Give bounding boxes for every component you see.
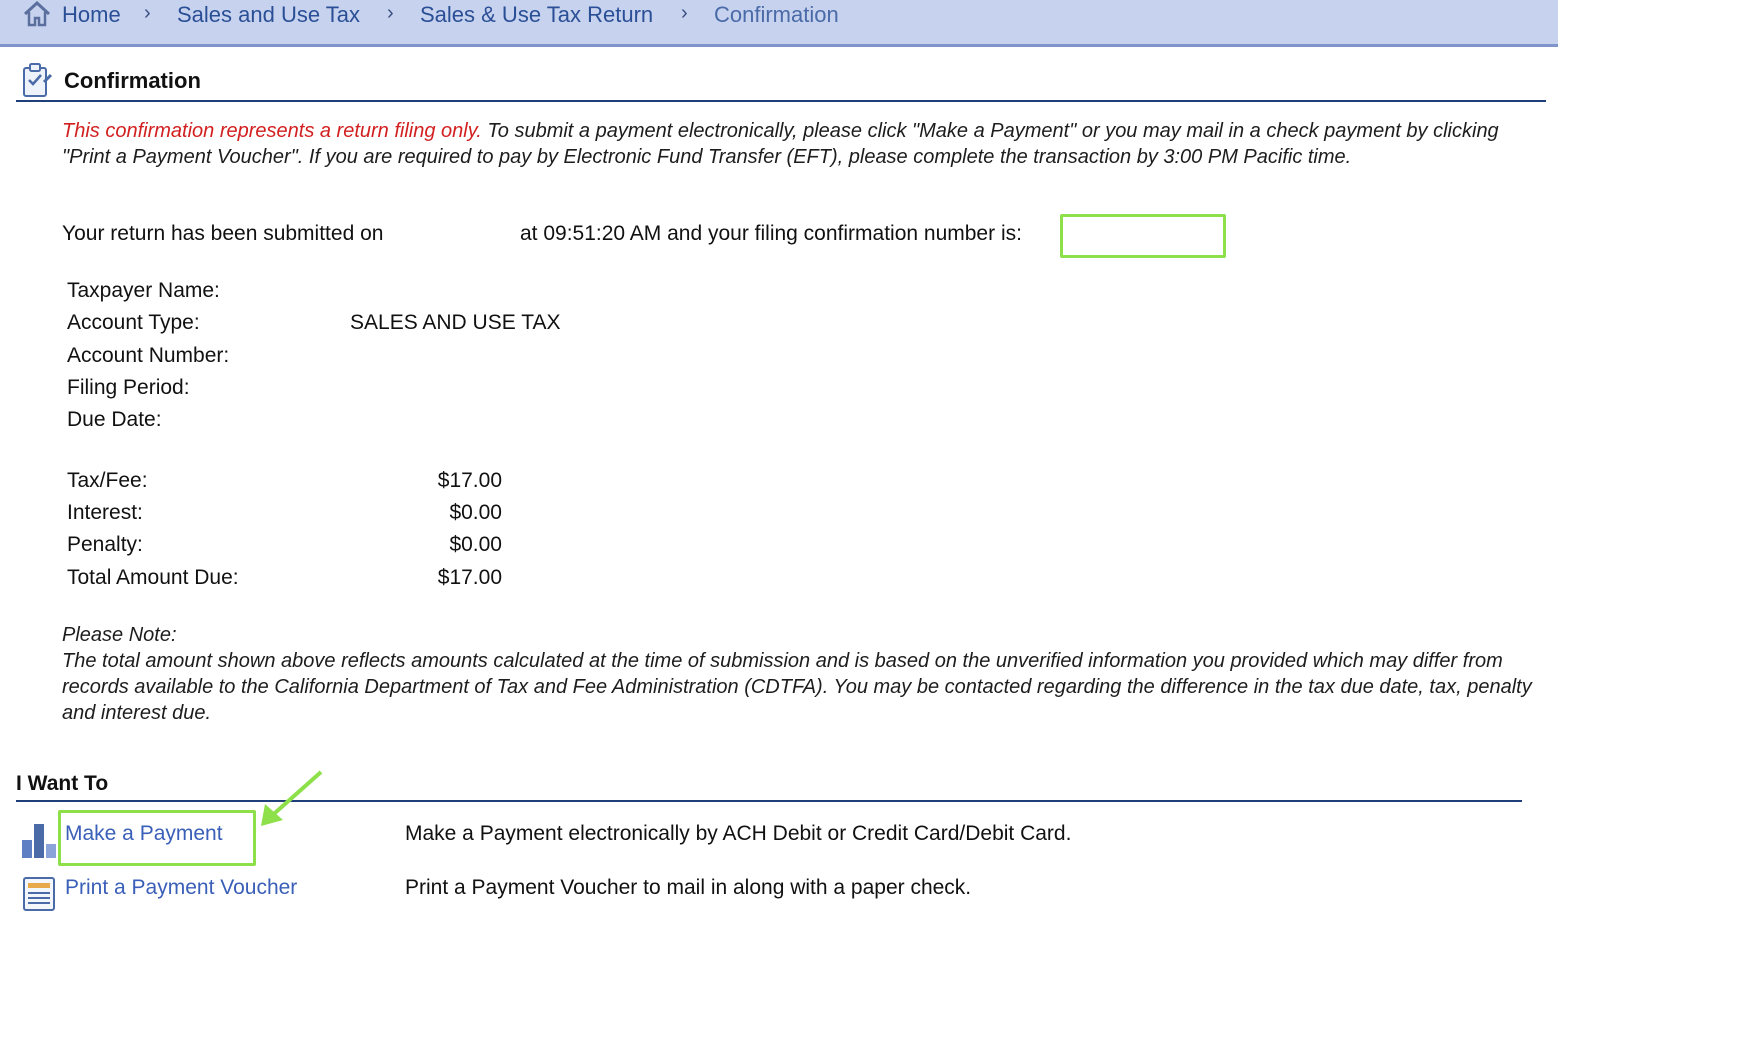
breadcrumb-separator: › [387, 2, 394, 24]
note-body: The total amount shown above reflects am… [62, 650, 1532, 724]
interest-value: $0.00 [449, 501, 502, 524]
breadcrumb: Home › Sales and Use Tax › Sales & Use T… [0, 0, 1558, 47]
tax-fee-label: Tax/Fee: [67, 469, 148, 492]
tax-fee-value: $17.00 [437, 469, 502, 492]
filing-period-label: Filing Period: [67, 376, 190, 399]
page-title: Confirmation [64, 68, 201, 93]
total-due-label: Total Amount Due: [67, 566, 239, 589]
interest-label: Interest: [67, 501, 143, 524]
clipboard-icon [20, 62, 54, 105]
submission-suffix: at 09:51:20 AM and your filing confirmat… [520, 222, 1022, 245]
make-a-payment-description: Make a Payment electronically by ACH Deb… [405, 822, 1072, 845]
return-filing-warning: This confirmation represents a return fi… [62, 120, 482, 142]
make-a-payment-link[interactable]: Make a Payment [65, 822, 223, 846]
submission-prefix: Your return has been submitted on [62, 222, 384, 245]
account-number-label: Account Number: [67, 344, 230, 367]
please-note: Please Note: The total amount shown abov… [62, 622, 1542, 726]
voucher-icon[interactable] [22, 876, 56, 917]
account-type-value: SALES AND USE TAX [350, 311, 561, 334]
print-payment-voucher-description: Print a Payment Voucher to mail in along… [405, 876, 972, 899]
breadcrumb-tax-return[interactable]: Sales & Use Tax Return [420, 2, 653, 28]
penalty-value: $0.00 [449, 533, 502, 556]
home-icon[interactable] [22, 0, 52, 33]
arrow-icon [255, 768, 327, 835]
print-payment-voucher-link[interactable]: Print a Payment Voucher [65, 876, 297, 900]
confirmation-intro: This confirmation represents a return fi… [62, 118, 1532, 170]
payment-icon[interactable] [20, 822, 58, 865]
breadcrumb-separator: › [144, 2, 151, 24]
confirmation-number-highlight [1060, 214, 1226, 258]
total-due-value: $17.00 [437, 566, 502, 589]
due-date-label: Due Date: [67, 408, 162, 431]
i-want-to-header: I Want To [16, 770, 1522, 802]
breadcrumb-separator: › [681, 2, 688, 24]
note-heading: Please Note: [62, 624, 177, 646]
confirmation-section-header: Confirmation [16, 62, 1546, 102]
account-type-label: Account Type: [67, 311, 200, 334]
breadcrumb-home[interactable]: Home [62, 2, 121, 28]
breadcrumb-sales-and-use-tax[interactable]: Sales and Use Tax [177, 2, 360, 28]
penalty-label: Penalty: [67, 533, 143, 556]
taxpayer-name-label: Taxpayer Name: [67, 279, 220, 302]
i-want-to-title: I Want To [16, 772, 109, 795]
breadcrumb-confirmation: Confirmation [714, 2, 839, 27]
